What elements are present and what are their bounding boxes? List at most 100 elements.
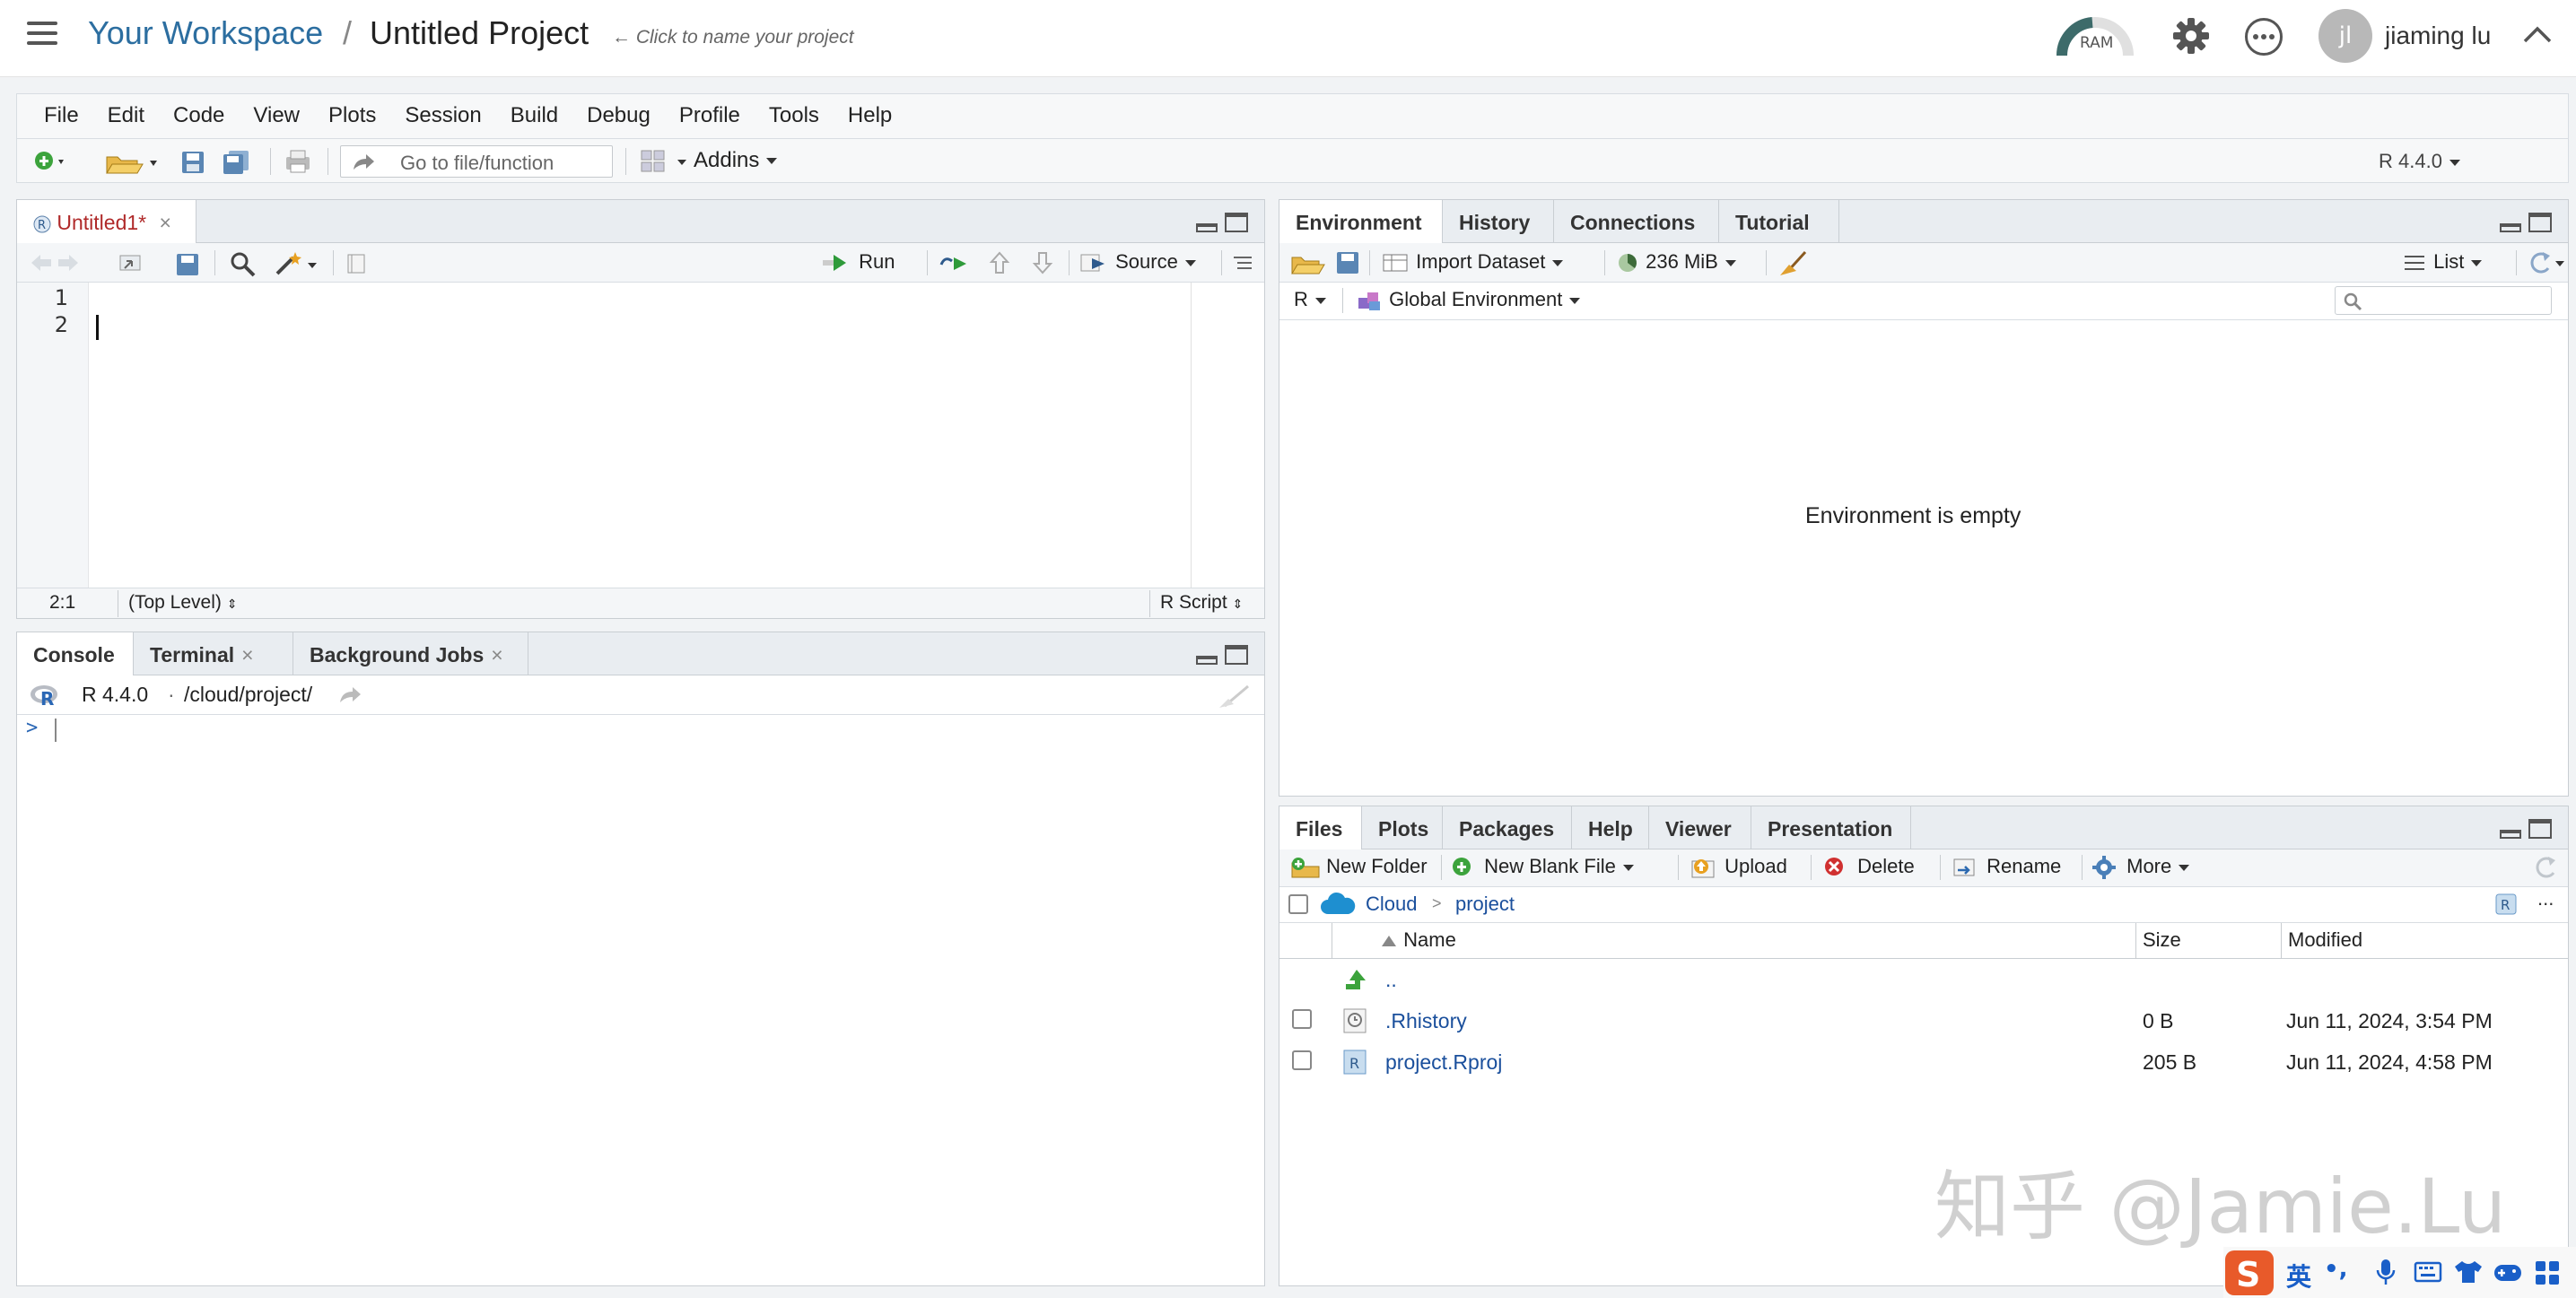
go-to-directory-icon[interactable] bbox=[338, 686, 363, 704]
file-checkbox[interactable] bbox=[1292, 1009, 1312, 1029]
keyboard-icon[interactable] bbox=[2414, 1261, 2442, 1283]
close-background-jobs-icon[interactable]: × bbox=[491, 643, 502, 666]
breadcrumb-cloud[interactable]: Cloud bbox=[1366, 893, 1417, 916]
compile-report-icon[interactable] bbox=[345, 252, 369, 275]
open-file-button[interactable] bbox=[103, 148, 162, 180]
user-name[interactable]: jiaming lu bbox=[2385, 22, 2491, 50]
minimize-icon[interactable] bbox=[2500, 223, 2521, 232]
skin-shirt-icon[interactable] bbox=[2453, 1259, 2482, 1285]
ime-punctuation[interactable]: •, bbox=[2324, 1256, 2348, 1283]
back-forward-icon[interactable] bbox=[30, 252, 80, 274]
close-terminal-icon[interactable]: × bbox=[241, 643, 253, 666]
refresh-files-icon[interactable] bbox=[2532, 855, 2559, 882]
more-files-button[interactable]: More bbox=[2092, 855, 2190, 880]
rerun-icon[interactable] bbox=[938, 252, 974, 274]
menu-file[interactable]: File bbox=[30, 94, 93, 128]
delete-button[interactable]: Delete bbox=[1823, 855, 1915, 879]
maximize-icon[interactable] bbox=[1225, 645, 1248, 665]
memory-usage-button[interactable]: 236 MiB bbox=[1617, 250, 1736, 274]
new-file-button[interactable] bbox=[35, 151, 71, 178]
clear-workspace-broom-icon[interactable] bbox=[1778, 248, 1809, 277]
new-blank-file-button[interactable]: New Blank File bbox=[1452, 855, 1634, 879]
pane-layout-button[interactable] bbox=[640, 148, 694, 180]
maximize-icon[interactable] bbox=[2528, 213, 2552, 232]
addins-menu[interactable]: Addins bbox=[694, 148, 778, 173]
scope-selector[interactable]: (Top Level) ⇕ bbox=[128, 592, 237, 614]
tab-viewer[interactable]: Viewer bbox=[1649, 806, 1751, 849]
more-path-options[interactable]: ... bbox=[2537, 887, 2554, 910]
minimize-icon[interactable] bbox=[1196, 656, 1218, 665]
new-folder-button[interactable]: New Folder bbox=[1290, 855, 1428, 879]
select-all-checkbox[interactable] bbox=[1288, 894, 1308, 914]
tab-plots[interactable]: Plots bbox=[1362, 806, 1443, 849]
gamepad-icon[interactable] bbox=[2493, 1259, 2523, 1285]
save-workspace-icon[interactable] bbox=[1335, 250, 1360, 275]
environment-minmax[interactable] bbox=[2500, 213, 2554, 234]
menu-edit[interactable]: Edit bbox=[93, 94, 159, 128]
code-tools-wand-icon[interactable] bbox=[274, 250, 319, 277]
console-output[interactable]: > bbox=[17, 715, 1264, 1285]
rename-button[interactable]: Rename bbox=[1951, 855, 2061, 879]
parent-directory-row[interactable]: .. bbox=[1279, 961, 2568, 1000]
print-button[interactable] bbox=[283, 148, 313, 180]
refresh-environment-icon[interactable] bbox=[2525, 250, 2566, 275]
collapse-header-icon[interactable] bbox=[2519, 20, 2555, 47]
menu-plots[interactable]: Plots bbox=[314, 94, 390, 128]
list-view-button[interactable]: List bbox=[2403, 250, 2483, 274]
language-selector[interactable]: R bbox=[1294, 288, 1326, 311]
sogou-logo-icon[interactable]: S bbox=[2223, 1247, 2277, 1298]
maximize-icon[interactable] bbox=[2528, 819, 2552, 839]
tab-environment[interactable]: Environment bbox=[1279, 200, 1443, 244]
editor-save-icon[interactable] bbox=[175, 252, 200, 277]
menu-view[interactable]: View bbox=[239, 94, 314, 128]
document-outline-icon[interactable] bbox=[1232, 254, 1253, 274]
go-down-icon[interactable] bbox=[1031, 250, 1054, 275]
menu-profile[interactable]: Profile bbox=[665, 94, 755, 128]
menu-build[interactable]: Build bbox=[496, 94, 572, 128]
maximize-icon[interactable] bbox=[1225, 213, 1248, 232]
minimize-icon[interactable] bbox=[2500, 830, 2521, 839]
modified-column-header[interactable]: Modified bbox=[2288, 928, 2362, 952]
tab-presentation[interactable]: Presentation bbox=[1751, 806, 1911, 849]
ime-language[interactable]: 英 bbox=[2286, 1258, 2311, 1294]
menu-session[interactable]: Session bbox=[390, 94, 495, 128]
parent-directory-link[interactable]: .. bbox=[1385, 968, 1397, 992]
clear-console-broom-icon[interactable] bbox=[1218, 683, 1253, 710]
save-all-button[interactable] bbox=[222, 150, 252, 180]
files-minmax[interactable] bbox=[2500, 819, 2554, 841]
close-tab-icon[interactable]: × bbox=[160, 211, 171, 234]
file-type-selector[interactable]: R Script ⇕ bbox=[1160, 592, 1243, 614]
goto-file-input[interactable]: Go to file/function bbox=[340, 145, 613, 178]
file-checkbox[interactable] bbox=[1292, 1050, 1312, 1070]
microphone-icon[interactable] bbox=[2374, 1258, 2397, 1286]
go-to-project-dir-icon[interactable]: R bbox=[2494, 893, 2519, 918]
tab-background-jobs[interactable]: Background Jobs × bbox=[293, 632, 528, 675]
avatar[interactable]: jl bbox=[2318, 9, 2372, 63]
upload-button[interactable]: Upload bbox=[1689, 855, 1787, 879]
tab-files[interactable]: Files bbox=[1279, 806, 1362, 850]
console-minmax[interactable] bbox=[1196, 645, 1250, 666]
tab-packages[interactable]: Packages bbox=[1443, 806, 1572, 849]
hamburger-menu-icon[interactable] bbox=[27, 22, 57, 48]
menu-tools[interactable]: Tools bbox=[755, 94, 834, 128]
name-column-header[interactable]: Name bbox=[1380, 928, 1456, 952]
code-editor[interactable] bbox=[89, 283, 1207, 588]
r-version-selector[interactable]: R 4.4.0 bbox=[2379, 150, 2460, 173]
workspace-link[interactable]: Your Workspace bbox=[88, 14, 323, 52]
import-dataset-button[interactable]: Import Dataset bbox=[1382, 250, 1564, 274]
size-column-header[interactable]: Size bbox=[2143, 928, 2181, 952]
load-workspace-icon[interactable] bbox=[1290, 250, 1326, 275]
tab-connections[interactable]: Connections bbox=[1554, 200, 1719, 243]
show-in-window-icon[interactable] bbox=[118, 252, 144, 274]
breadcrumb-project[interactable]: project bbox=[1455, 893, 1515, 916]
tab-console[interactable]: Console bbox=[17, 632, 134, 676]
menu-help[interactable]: Help bbox=[834, 94, 906, 128]
environment-search-input[interactable] bbox=[2335, 286, 2552, 315]
file-name-link[interactable]: .Rhistory bbox=[1385, 1009, 1467, 1033]
minimize-icon[interactable] bbox=[1196, 223, 1218, 232]
run-button[interactable]: Run bbox=[821, 250, 895, 274]
source-button[interactable]: Source bbox=[1079, 250, 1196, 274]
tab-tutorial[interactable]: Tutorial bbox=[1719, 200, 1839, 243]
go-up-icon[interactable] bbox=[988, 250, 1011, 275]
toolbox-grid-icon[interactable] bbox=[2534, 1259, 2563, 1286]
